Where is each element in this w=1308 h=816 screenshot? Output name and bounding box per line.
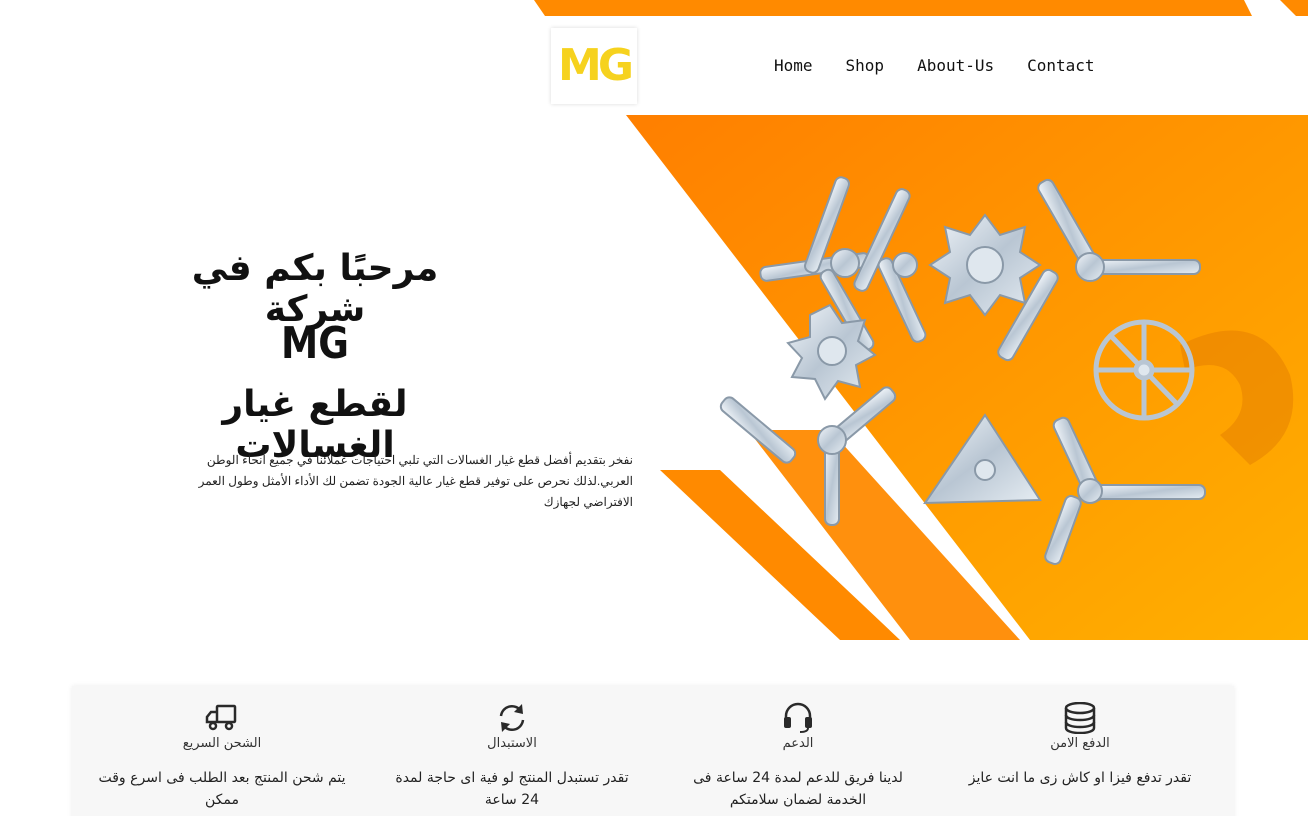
feature-title: الدعم bbox=[782, 736, 814, 751]
headset-icon bbox=[784, 702, 812, 733]
nav-contact[interactable]: Contact bbox=[1027, 56, 1094, 75]
feature-title: الشحن السريع bbox=[182, 736, 262, 751]
wheel-part bbox=[1093, 319, 1195, 421]
nav-shop[interactable]: Shop bbox=[846, 56, 885, 75]
feature-fast-shipping: الشحن السريع يتم شحن المنتج بعد الطلب فى… bbox=[82, 686, 362, 811]
nav-about-us[interactable]: About-Us bbox=[917, 56, 994, 75]
hero-image bbox=[626, 115, 1308, 640]
top-accent-stripe bbox=[534, 0, 1308, 16]
main-nav: Home Shop About-Us Contact bbox=[774, 56, 1128, 75]
logo[interactable]: MG bbox=[551, 28, 637, 104]
feature-description: تقدر تدفع فيزا او كاش زى ما انت عايز bbox=[968, 770, 1192, 786]
feature-title: الاستبدال bbox=[487, 736, 537, 751]
hero-title-brand: MG bbox=[281, 318, 349, 369]
feature-title: الدفع الامن bbox=[1050, 736, 1110, 751]
feature-description: لدينا فريق للدعم لمدة 24 ساعة فى الخدمة … bbox=[693, 770, 903, 808]
database-icon bbox=[1064, 702, 1096, 734]
features-strip: الدفع الامن تقدر تدفع فيزا او كاش زى ما … bbox=[72, 686, 1234, 816]
logo-text: MG bbox=[558, 40, 634, 91]
hero-description: نفخر بتقديم أفضل قطع غيار الغسالات التي … bbox=[198, 453, 633, 509]
feature-secure-payment: الدفع الامن تقدر تدفع فيزا او كاش زى ما … bbox=[940, 686, 1220, 789]
feature-exchange: الاستبدال تقدر تستبدل المنتج لو فية اى ح… bbox=[372, 686, 652, 811]
nav-home[interactable]: Home bbox=[774, 56, 813, 75]
star-plate-part bbox=[928, 213, 1042, 317]
truck-icon bbox=[205, 704, 237, 731]
feature-description: يتم شحن المنتج بعد الطلب فى اسرع وقت ممك… bbox=[98, 770, 346, 808]
feature-description: تقدر تستبدل المنتج لو فية اى حاجة لمدة 2… bbox=[395, 770, 629, 808]
feature-support: الدعم لدينا فريق للدعم لمدة 24 ساعة فى ا… bbox=[658, 686, 938, 811]
refresh-icon bbox=[499, 704, 525, 732]
